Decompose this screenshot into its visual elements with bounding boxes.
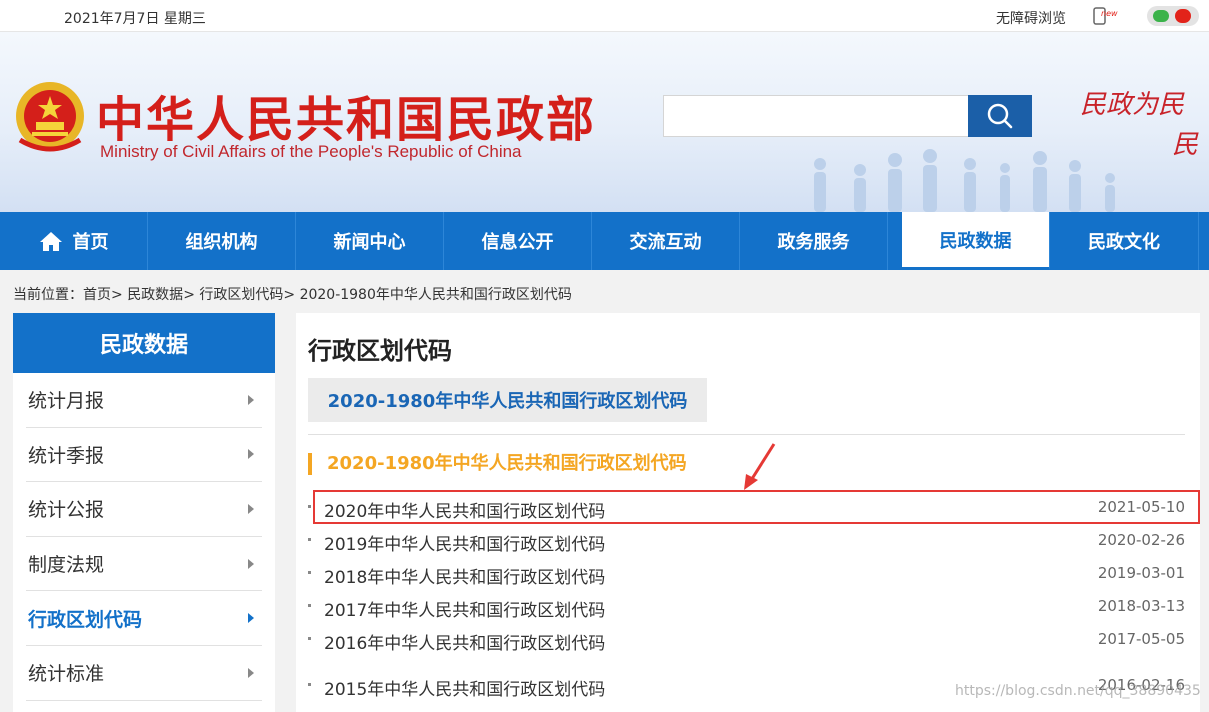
divider <box>308 434 1185 435</box>
chevron-right-icon <box>248 667 254 678</box>
nav-civil-data[interactable]: 民政数据 <box>902 212 1050 270</box>
slogan-text: 民政为民 <box>1080 90 1185 120</box>
list-item-date: 2019-03-01 <box>1097 564 1185 582</box>
site-title-cn[interactable]: 中华人民共和国民政部 <box>96 80 596 150</box>
nav-civil-culture[interactable]: 民政文化 <box>1050 212 1199 270</box>
list-item[interactable]: 2019年中华人民共和国行政区划代码 2020-02-26 <box>296 525 1200 555</box>
nav-label: 民政数据 <box>939 230 1012 252</box>
nav-gov-services[interactable]: 政务服务 <box>740 212 888 270</box>
search-input[interactable] <box>663 95 969 137</box>
nav-label: 新闻中心 <box>333 232 406 253</box>
weibo-icon[interactable] <box>1175 9 1191 23</box>
nav-label: 政务服务 <box>777 232 850 253</box>
list-item[interactable]: 2016年中华人民共和国行政区划代码 2017-05-05 <box>296 624 1200 654</box>
nav-label: 交流互动 <box>629 232 702 253</box>
tab-division-codes[interactable]: 2020-1980年中华人民共和国行政区划代码 <box>308 378 707 422</box>
main-nav: 首页 组织机构 新闻中心 信息公开 交流互动 政务服务 民政数据 民政文化 <box>0 212 1209 270</box>
nav-interaction[interactable]: 交流互动 <box>592 212 740 270</box>
header-banner: 中华人民共和国民政部 Ministry of Civil Affairs of … <box>0 32 1209 212</box>
breadcrumb-separator: > <box>283 287 300 303</box>
sidebar-item-bulletin[interactable]: 统计公报 <box>26 482 262 537</box>
nav-home-label: 首页 <box>72 232 109 253</box>
breadcrumb-separator: > <box>111 287 128 303</box>
people-silhouette-graphic <box>814 149 1115 212</box>
list-item[interactable]: 2017年中华人民共和国行政区划代码 2018-03-13 <box>296 591 1200 621</box>
home-icon <box>39 232 62 251</box>
national-emblem-icon <box>16 82 84 152</box>
breadcrumb-current: 2020-1980年中华人民共和国行政区划代码 <box>299 287 572 303</box>
section-title: 2020-1980年中华人民共和国行政区划代码 <box>308 453 687 475</box>
current-date: 2021年7月7日 星期三 <box>64 11 206 27</box>
page-title: 行政区划代码 <box>308 337 452 365</box>
social-links <box>1147 6 1199 26</box>
list-item[interactable]: 2018年中华人民共和国行政区划代码 2019-03-01 <box>296 558 1200 588</box>
breadcrumb-prefix: 当前位置： <box>13 287 83 303</box>
list-item-date: 2021-05-10 <box>1097 498 1185 516</box>
nav-label: 组织机构 <box>185 232 258 253</box>
chevron-right-icon <box>248 394 254 405</box>
sidebar-item-label: 统计季报 <box>28 444 105 467</box>
list-item-title[interactable]: 2017年中华人民共和国行政区划代码 <box>324 596 605 621</box>
list-item-title[interactable]: 2020年中华人民共和国行政区划代码 <box>324 497 605 522</box>
sidebar-item-label: 制度法规 <box>28 554 105 577</box>
wechat-icon[interactable] <box>1153 10 1169 22</box>
bullet-icon <box>308 637 311 640</box>
sidebar-item-label: 统计月报 <box>28 390 105 413</box>
breadcrumb: 当前位置：首页> 民政数据> 行政区划代码> 2020-1980年中华人民共和国… <box>13 284 572 304</box>
slogan-text-2: 民 <box>1172 130 1199 160</box>
breadcrumb-civil-data[interactable]: 民政数据 <box>127 287 183 303</box>
bullet-icon <box>308 538 311 541</box>
nav-organization[interactable]: 组织机构 <box>148 212 296 270</box>
accessibility-link[interactable]: 无障碍浏览 <box>996 8 1066 28</box>
top-bar: 2021年7月7日 星期三 无障碍浏览 new <box>0 0 1209 32</box>
sidebar-item-regulations[interactable]: 制度法规 <box>26 537 262 592</box>
svg-text:new: new <box>1101 9 1118 18</box>
breadcrumb-home[interactable]: 首页 <box>83 287 111 303</box>
sidebar-item-label: 行政区划代码 <box>28 608 143 631</box>
bullet-icon <box>308 505 311 508</box>
search-button[interactable] <box>968 95 1032 137</box>
bullet-icon <box>308 683 311 686</box>
chevron-right-icon <box>248 449 254 460</box>
bullet-icon <box>308 604 311 607</box>
breadcrumb-division-code[interactable]: 行政区划代码 <box>199 287 283 303</box>
sidebar-item-monthly[interactable]: 统计月报 <box>26 373 262 428</box>
nav-label: 民政文化 <box>1088 232 1160 253</box>
list-item-date: 2017-05-05 <box>1097 630 1185 648</box>
nav-label: 信息公开 <box>481 232 554 253</box>
sidebar-item-quarterly[interactable]: 统计季报 <box>26 428 262 483</box>
sidebar-item-standards[interactable]: 统计标准 <box>26 646 262 701</box>
chevron-right-icon <box>248 503 254 514</box>
site-title-en: Ministry of Civil Affairs of the People'… <box>100 142 522 161</box>
nav-info-disclosure[interactable]: 信息公开 <box>444 212 592 270</box>
watermark: https://blog.csdn.net/qq_38890435 <box>955 683 1201 699</box>
sidebar-title: 民政数据 <box>13 313 275 373</box>
list-item-date: 2018-03-13 <box>1097 597 1185 615</box>
list-item-title[interactable]: 2016年中华人民共和国行政区划代码 <box>324 629 605 654</box>
chevron-right-icon <box>248 558 254 569</box>
list-item[interactable]: 2020年中华人民共和国行政区划代码 2021-05-10 <box>296 492 1200 522</box>
sidebar-item-label: 统计标准 <box>28 663 105 686</box>
list-item-title[interactable]: 2019年中华人民共和国行政区划代码 <box>324 530 605 555</box>
search-icon <box>987 103 1013 129</box>
nav-news-center[interactable]: 新闻中心 <box>296 212 444 270</box>
list-item-title[interactable]: 2015年中华人民共和国行政区划代码 <box>324 675 605 700</box>
mobile-new-icon[interactable]: new <box>1093 7 1119 25</box>
main-content: 行政区划代码 2020-1980年中华人民共和国行政区划代码 2020-1980… <box>296 313 1200 712</box>
sidebar-item-division-code[interactable]: 行政区划代码 <box>26 591 262 646</box>
bullet-icon <box>308 571 311 574</box>
breadcrumb-separator: > <box>183 287 200 303</box>
nav-home[interactable]: 首页 <box>0 212 148 270</box>
chevron-right-icon <box>248 613 254 624</box>
list-item-date: 2020-02-26 <box>1097 531 1185 549</box>
sidebar: 民政数据 统计月报 统计季报 统计公报 制度法规 行政区划代码 统计标准 <box>13 313 275 712</box>
list-item-title[interactable]: 2018年中华人民共和国行政区划代码 <box>324 563 605 588</box>
sidebar-item-label: 统计公报 <box>28 499 105 522</box>
